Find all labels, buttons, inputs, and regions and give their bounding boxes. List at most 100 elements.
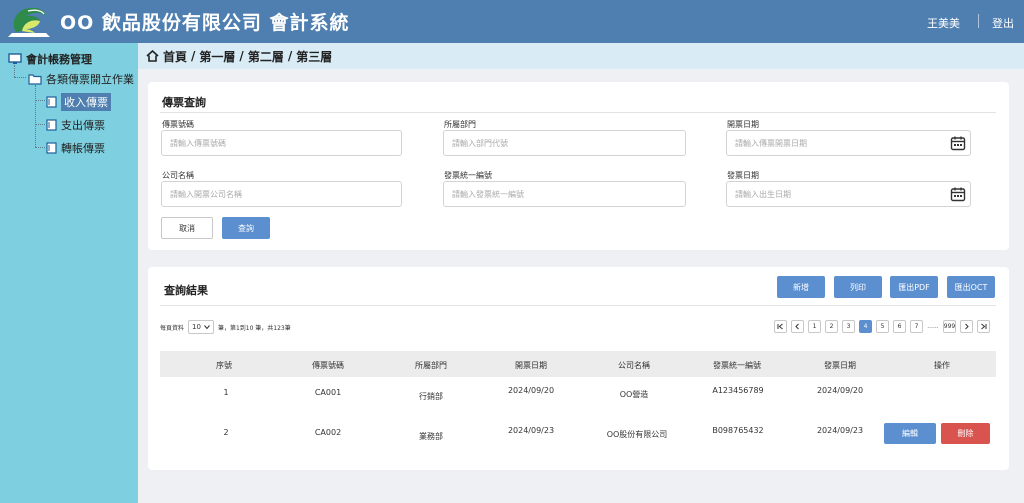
invoice-date-input[interactable] — [726, 181, 971, 207]
document-icon — [46, 96, 57, 108]
record-range-text: 筆，第1到10 筆，共123筆 — [217, 324, 291, 332]
page-button[interactable]: 5 — [876, 320, 889, 333]
first-page-icon — [777, 323, 783, 330]
export-pdf-button[interactable]: 匯出PDF — [890, 276, 938, 298]
cell-tax-id: A123456789 — [712, 386, 764, 395]
sidebar-root-label: 會計帳務管理 — [26, 53, 92, 66]
sidebar-item-label: 支出傳票 — [61, 119, 105, 132]
cell-invoice-date: 2024/09/20 — [816, 386, 864, 395]
document-icon — [46, 142, 57, 154]
cell-tax-id: B098765432 — [712, 426, 764, 435]
cell-company: OO股份有限公司 — [606, 430, 668, 439]
cell-no: 2 — [223, 428, 229, 437]
tree-connector — [35, 100, 45, 101]
cell-invoice-date: 2024/09/23 — [816, 426, 864, 435]
page-size-control: 每頁資料 10 筆，第1到10 筆，共123筆 — [160, 320, 291, 334]
issue-date-input[interactable] — [726, 130, 971, 156]
column-header: 序號 — [216, 361, 232, 370]
page-button[interactable]: 6 — [893, 320, 906, 333]
export-oct-button[interactable]: 匯出OCT — [947, 276, 995, 298]
edit-button[interactable]: 編輯 — [884, 423, 936, 444]
breadcrumb-level-3: 第三層 — [296, 49, 333, 64]
monitor-icon — [8, 53, 22, 64]
sidebar-item-label: 轉帳傳票 — [61, 142, 105, 155]
cell-dept: 業務部 — [419, 432, 443, 441]
page-size-select[interactable]: 10 — [188, 320, 214, 334]
breadcrumb-separator: / — [239, 49, 244, 63]
prev-page-button[interactable] — [791, 320, 804, 333]
column-header: 所屬部門 — [415, 361, 447, 370]
tax-id-label: 發票統一編號 — [444, 171, 492, 180]
invoice-date-label: 發票日期 — [727, 171, 759, 180]
calendar-icon[interactable] — [950, 135, 966, 151]
pagination: 1 2 3 4 5 6 7 ...... 999 — [774, 320, 990, 333]
sidebar-item-expense-voucher[interactable]: 支出傳票 — [46, 117, 105, 133]
column-header: 操作 — [934, 361, 950, 370]
page-button[interactable]: 1 — [808, 320, 821, 333]
delete-button[interactable]: 刪除 — [941, 423, 990, 444]
cell-open-date: 2024/09/20 — [507, 386, 555, 395]
tree-connector — [35, 147, 45, 148]
chevron-left-icon — [795, 323, 799, 330]
cell-no: 1 — [223, 388, 229, 397]
department-label: 所屬部門 — [444, 120, 476, 129]
top-header: OO 飲品股份有限公司 會計系統 王美美 登出 — [0, 0, 1024, 43]
sidebar-item-label: 收入傳票 — [61, 93, 111, 111]
page-size-value: 10 — [192, 323, 201, 331]
table-header: 序號 傳票號碼 所屬部門 開票日期 公司名稱 發票統一編號 發票日期 操作 — [160, 351, 996, 377]
card-divider — [160, 305, 996, 306]
cell-company: OO營造 — [619, 390, 649, 399]
tax-id-input[interactable] — [443, 181, 686, 207]
issue-date-label: 開票日期 — [727, 120, 759, 129]
sidebar-item-transfer-voucher[interactable]: 轉帳傳票 — [46, 140, 105, 156]
company-name-label: 公司名稱 — [162, 171, 194, 180]
breadcrumb-level-2[interactable]: 第二層 — [248, 48, 284, 65]
pagination-ellipsis: ...... — [927, 323, 939, 330]
last-page-icon — [981, 323, 987, 330]
page-button[interactable]: 2 — [825, 320, 838, 333]
breadcrumb-separator: / — [287, 49, 293, 63]
next-page-button[interactable] — [960, 320, 973, 333]
sidebar-root-accounting[interactable]: 會計帳務管理 — [8, 51, 92, 67]
app-title: OO 飲品股份有限公司 會計系統 — [60, 12, 350, 34]
calendar-icon[interactable] — [950, 186, 966, 202]
search-button[interactable]: 查詢 — [222, 217, 270, 239]
column-header: 發票日期 — [824, 361, 856, 370]
first-page-button[interactable] — [774, 320, 787, 333]
cancel-button[interactable]: 取消 — [161, 217, 213, 239]
tree-connector — [14, 65, 15, 77]
cell-dept: 行銷部 — [419, 392, 443, 401]
column-header: 公司名稱 — [618, 361, 650, 370]
voucher-number-label: 傳票號碼 — [162, 120, 194, 129]
search-card-title: 傳票查詢 — [162, 96, 206, 109]
page-button[interactable]: 3 — [842, 320, 855, 333]
breadcrumb-level-1[interactable]: 第一層 — [199, 48, 235, 65]
chevron-down-icon — [204, 325, 210, 329]
home-icon[interactable] — [146, 50, 159, 62]
tree-connector — [14, 77, 26, 78]
department-input[interactable] — [443, 130, 686, 156]
voucher-number-input[interactable] — [161, 130, 402, 156]
company-logo-icon — [8, 7, 50, 37]
breadcrumb: 首頁 / 第一層 / 第二層 / 第三層 — [138, 43, 1024, 69]
page-size-label: 每頁資料 — [160, 324, 185, 332]
logout-link[interactable]: 登出 — [992, 15, 1014, 31]
page-button[interactable]: 7 — [910, 320, 923, 333]
last-page-number-button[interactable]: 999 — [943, 320, 956, 333]
results-card-title: 查詢結果 — [164, 284, 208, 297]
last-page-button[interactable] — [977, 320, 990, 333]
card-divider — [160, 112, 996, 113]
cell-voucher: CA002 — [314, 428, 342, 437]
sidebar-group-voucher[interactable]: 各類傳票開立作業 — [28, 71, 134, 87]
chevron-right-icon — [965, 323, 969, 330]
page-button-current[interactable]: 4 — [859, 320, 872, 333]
user-name[interactable]: 王美美 — [927, 15, 960, 31]
sidebar-item-income-voucher[interactable]: 收入傳票 — [46, 93, 111, 111]
column-header: 發票統一編號 — [713, 361, 761, 370]
company-name-input[interactable] — [161, 181, 402, 207]
print-button[interactable]: 列印 — [834, 276, 882, 298]
breadcrumb-home[interactable]: 首頁 — [163, 48, 187, 65]
add-button[interactable]: 新增 — [777, 276, 825, 298]
document-icon — [46, 119, 57, 131]
folder-icon — [28, 74, 42, 85]
